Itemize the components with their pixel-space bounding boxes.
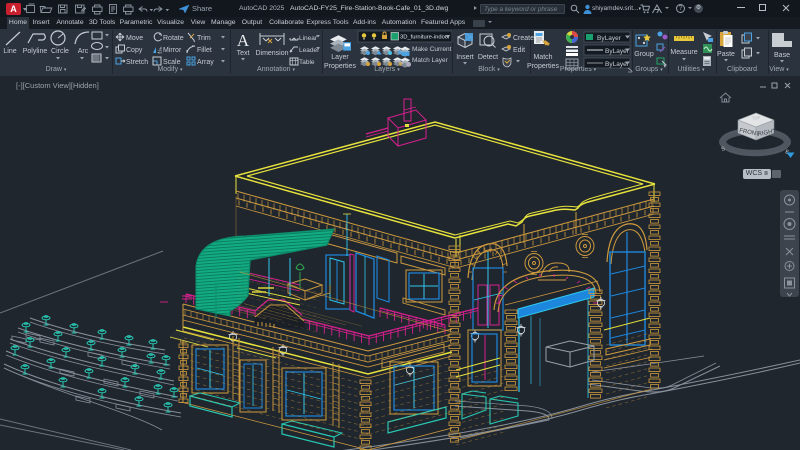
svg-text:Group: Group [634,51,654,58]
svg-text:Properties: Properties [527,63,559,70]
svg-text:Trim: Trim [197,35,211,42]
svg-text:3D_furniture-indoor: 3D_furniture-indoor [400,35,450,41]
svg-text:Array: Array [197,59,214,66]
svg-text:Table: Table [299,59,315,66]
svg-text:Mirror: Mirror [163,47,182,54]
svg-text:Properties: Properties [324,63,356,70]
svg-text:Polyline: Polyline [23,48,48,55]
svg-text:Fillet: Fillet [197,47,212,54]
svg-text:Edit: Edit [513,47,525,54]
svg-text:Rotate: Rotate [163,35,184,42]
svg-text:Copy: Copy [126,47,143,54]
svg-text:Scale: Scale [163,59,181,66]
svg-text:Measure: Measure [670,49,697,56]
svg-text:Match Layer: Match Layer [412,57,449,64]
svg-text:Dimension: Dimension [255,50,288,57]
svg-text:A: A [237,31,250,50]
svg-text:Circle: Circle [51,48,69,55]
svg-text:Layer: Layer [331,54,349,61]
svg-text:Linear: Linear [299,35,318,42]
svg-text:Stretch: Stretch [126,59,148,66]
svg-text:TOP: TOP [752,115,761,120]
svg-text:Match: Match [533,54,552,61]
svg-text:Make Current: Make Current [412,46,452,53]
svg-text:ByLayer: ByLayer [597,35,622,42]
svg-text:Line: Line [3,48,16,55]
svg-text:Create: Create [513,35,534,42]
svg-text:Base: Base [774,52,790,59]
svg-text:Move: Move [126,35,143,42]
svg-text:Text: Text [237,50,250,57]
svg-text:Insert: Insert [456,54,474,61]
svg-text:Paste: Paste [717,51,735,58]
svg-text:Detect: Detect [478,54,498,61]
svg-text:Arc: Arc [78,48,89,55]
